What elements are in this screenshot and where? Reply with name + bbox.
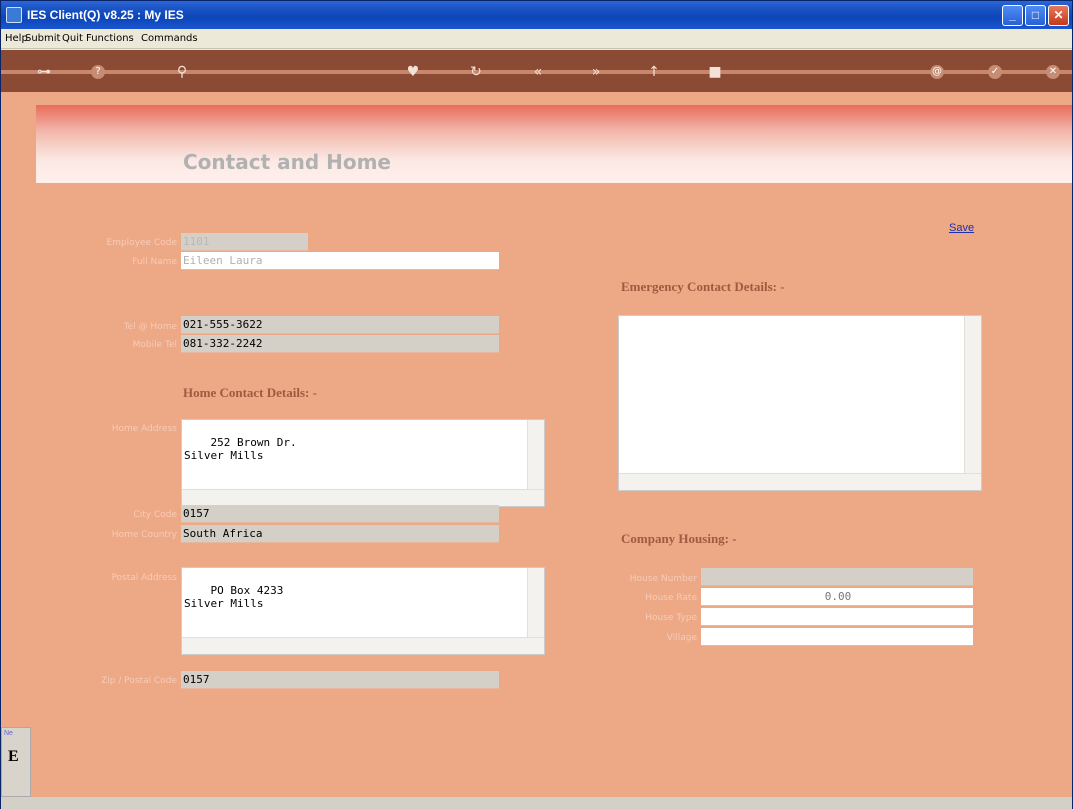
check-icon[interactable]: ✓ xyxy=(988,65,1002,79)
minimize-button[interactable]: _ xyxy=(1002,5,1023,26)
side-tab-letter: E xyxy=(8,748,19,765)
home-address-text: 252 Brown Dr. Silver Mills xyxy=(184,436,297,462)
house-type-field[interactable] xyxy=(701,608,973,626)
fast-forward-icon[interactable]: » xyxy=(585,63,607,81)
postal-address-label: Postal Address xyxy=(111,573,177,583)
mobile-tel-field[interactable]: 081-332-2242 xyxy=(181,335,499,353)
postal-address-textarea[interactable]: PO Box 4233 Silver Mills xyxy=(181,567,545,655)
zip-code-field[interactable]: 0157 xyxy=(181,671,499,689)
help-icon[interactable]: ? xyxy=(91,65,105,79)
page-title: Contact and Home xyxy=(183,150,391,174)
email-icon[interactable]: @ xyxy=(930,65,944,79)
window-title: IES Client(Q) v8.25 : My IES xyxy=(27,8,184,22)
left-strip xyxy=(1,92,16,797)
title-bar[interactable]: IES Client(Q) v8.25 : My IES _ □ ✕ xyxy=(1,1,1072,29)
house-rate-label: House Rate xyxy=(645,593,697,603)
menu-quit[interactable]: Quit xyxy=(62,33,83,44)
house-rate-field[interactable]: 0.00 xyxy=(701,588,973,606)
key-icon[interactable]: ⊶ xyxy=(33,63,55,81)
house-type-label: House Type xyxy=(645,613,697,623)
postal-address-vscroll[interactable] xyxy=(527,568,544,637)
village-label: Village xyxy=(666,633,697,643)
refresh-icon[interactable]: ↻ xyxy=(465,63,487,81)
employee-code-field[interactable]: 1101 xyxy=(181,233,308,251)
side-tab[interactable]: Ne E xyxy=(1,727,31,797)
home-address-textarea[interactable]: 252 Brown Dr. Silver Mills xyxy=(181,419,545,507)
app-window: IES Client(Q) v8.25 : My IES _ □ ✕ Help … xyxy=(0,0,1073,809)
employee-code-label: Employee Code xyxy=(106,238,177,248)
home-address-hscroll[interactable] xyxy=(182,489,544,506)
toolbar: ⊶ ? ⚲ ♥ ↻ « » ↑ ■ @ ✓ ✕ xyxy=(1,50,1072,92)
search-icon[interactable]: ⚲ xyxy=(171,63,193,81)
city-code-field[interactable]: 0157 xyxy=(181,505,499,523)
fullname-field[interactable]: Eileen Laura xyxy=(181,252,499,270)
maximize-button[interactable]: □ xyxy=(1025,5,1046,26)
home-address-label: Home Address xyxy=(111,424,177,434)
home-country-field[interactable]: South Africa xyxy=(181,525,499,543)
emergency-vscroll[interactable] xyxy=(964,316,981,473)
menu-submit[interactable]: Submit xyxy=(25,33,60,44)
mobile-tel-label: Mobile Tel xyxy=(132,340,177,350)
emergency-section-title: Emergency Contact Details: - xyxy=(621,279,785,294)
fullname-label: Full Name xyxy=(132,257,177,267)
village-field[interactable] xyxy=(701,628,973,646)
city-code-label: City Code xyxy=(133,510,177,520)
postal-address-text: PO Box 4233 Silver Mills xyxy=(184,584,284,610)
tel-home-label: Tel @ Home xyxy=(123,322,177,332)
company-housing-section-title: Company Housing: - xyxy=(621,531,737,546)
status-bar xyxy=(1,797,1072,809)
pin-icon[interactable]: ↑ xyxy=(643,63,665,81)
emergency-hscroll[interactable] xyxy=(619,473,981,490)
close-icon[interactable]: ✕ xyxy=(1046,65,1060,79)
menu-bar: Help Submit Quit Functions Commands xyxy=(1,29,1072,49)
menu-commands[interactable]: Commands xyxy=(141,33,198,44)
save-link[interactable]: Save xyxy=(949,222,974,234)
tel-home-field[interactable]: 021-555-3622 xyxy=(181,316,499,334)
side-tab-tiny-label: Ne xyxy=(4,730,13,737)
house-number-field[interactable] xyxy=(701,568,973,586)
close-window-button[interactable]: ✕ xyxy=(1048,5,1069,26)
home-country-label: Home Country xyxy=(111,530,177,540)
square-icon[interactable]: ■ xyxy=(704,63,726,81)
house-number-label: House Number xyxy=(629,574,697,584)
heart-icon[interactable]: ♥ xyxy=(402,63,424,81)
postal-address-hscroll[interactable] xyxy=(182,637,544,654)
home-address-vscroll[interactable] xyxy=(527,420,544,489)
home-contact-section-title: Home Contact Details: - xyxy=(183,385,317,400)
zip-code-label: Zip / Postal Code xyxy=(101,676,177,686)
emergency-textarea[interactable] xyxy=(618,315,982,491)
menu-functions[interactable]: Functions xyxy=(86,33,134,44)
rewind-icon[interactable]: « xyxy=(527,63,549,81)
app-icon xyxy=(6,7,22,23)
